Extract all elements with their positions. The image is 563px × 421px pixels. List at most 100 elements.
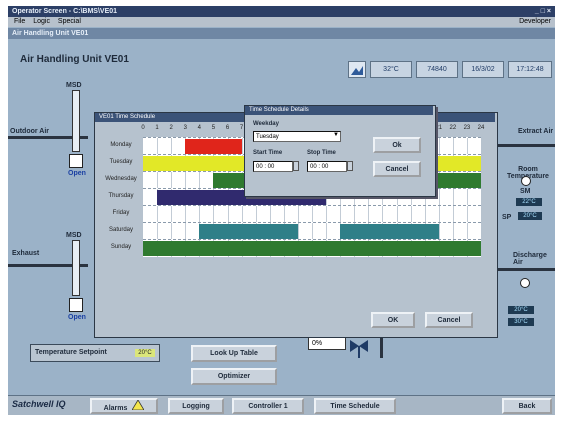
chevron-down-icon[interactable]: ▼ [333,132,339,138]
hour-gridline [199,172,201,189]
hour-gridline [269,206,271,223]
hour-gridline [382,206,384,223]
start-time-input[interactable]: 00 : 00 [253,161,293,172]
hour-tick: 0 [141,125,145,131]
logging-button[interactable]: Logging [168,398,224,414]
valve-icon[interactable] [348,336,370,360]
schedule-bar[interactable] [199,224,298,239]
hour-gridline [410,206,412,223]
weekday-label: Weekday [253,121,279,127]
room-temp-value: 22°C [516,198,542,206]
menu-logic[interactable]: Logic [33,18,50,25]
hour-gridline [396,206,398,223]
hour-gridline [283,206,285,223]
header-time: 17:12:48 [508,61,552,78]
window-controls[interactable]: _ □ × [535,6,551,17]
hour-gridline [466,138,468,155]
dialog-ok-button[interactable]: Ok [373,137,421,153]
hour-gridline [157,138,159,155]
time-schedule-button[interactable]: Time Schedule [314,398,396,414]
start-time-spinner[interactable] [293,161,299,171]
menu-bar: File Logic Special Developer [8,17,555,27]
hour-tick: 5 [211,125,216,131]
temperature-setpoint-value[interactable]: 20°C [135,349,155,357]
header-date: 16/3/02 [462,61,504,78]
schedule-bar[interactable] [340,224,439,239]
hour-gridline [157,223,159,240]
brand-logo: Satchwell IQ [12,399,66,409]
damper-bottom[interactable] [72,240,80,296]
hour-gridline [312,223,313,240]
discharge-air-duct [498,268,555,271]
hour-tick: 2 [169,125,173,131]
schedule-bar[interactable] [143,241,481,256]
hour-gridline [452,206,454,223]
extract-air-duct [498,144,555,147]
sm-label: SM [520,188,531,195]
day-label: Saturday [108,227,133,233]
dialog-cancel-button[interactable]: Cancel [373,161,421,177]
alarms-button[interactable]: Alarms [90,398,158,414]
room-sensor-icon [521,176,531,186]
app-titlebar: Operator Screen - C:\BMS\VE01 _ □ × [8,6,555,17]
hour-gridline [255,206,257,223]
header-value: 74840 [416,61,458,78]
menu-special[interactable]: Special [58,18,81,25]
stop-time-spinner[interactable] [347,161,353,171]
hour-gridline [171,172,173,189]
hour-gridline [368,206,370,223]
hour-gridline [354,206,356,223]
hour-gridline [297,206,299,223]
schedule-bar[interactable] [185,139,242,154]
schedule-row[interactable] [143,205,481,223]
schedule-ok-button[interactable]: OK [371,312,415,328]
hvac-operator-screen: Operator Screen - C:\BMS\VE01 _ □ × File… [8,6,555,415]
hour-gridline [312,206,313,223]
hour-gridline [241,206,243,223]
temperature-setpoint-label: Temperature Setpoint [35,349,107,356]
day-label: Sunday [110,244,132,250]
subwindow-titlebar: Air Handling Unit VE01 [8,28,555,39]
sp-value[interactable]: 20°C [518,212,542,220]
exhaust-label: Exhaust [12,250,40,257]
hour-tick: 4 [197,125,201,131]
weekday-select[interactable]: Tuesday [253,131,341,142]
hour-gridline [452,223,454,240]
day-label: Monday [110,142,132,148]
menu-file[interactable]: File [14,18,25,25]
dialog-title: Time Schedule Details [245,106,433,115]
hour-gridline [213,206,215,223]
app-title: Operator Screen - C:\BMS\VE01 [12,8,118,15]
hour-gridline [171,138,173,155]
hour-gridline [466,189,468,206]
hour-tick: 1 [155,125,159,131]
damper-top[interactable] [72,90,80,152]
hour-tick: 3 [183,125,187,131]
image-icon[interactable] [348,61,366,78]
stop-time-label: Stop Time [307,150,336,156]
hour-gridline [438,138,440,155]
hour-gridline [185,172,187,189]
extract-air-label: Extract Air [518,128,554,135]
fan-top[interactable] [69,154,83,168]
schedule-row[interactable] [143,222,481,240]
schedule-cancel-button[interactable]: Cancel [425,312,473,328]
stop-time-input[interactable]: 00 : 00 [307,161,347,172]
day-label: Tuesday [109,159,133,165]
fan-bottom[interactable] [69,298,83,312]
optimizer-button[interactable]: Optimizer [191,368,277,385]
day-label: Friday [112,210,130,216]
hour-gridline [326,223,328,240]
lookup-table-button[interactable]: Look Up Table [191,345,277,362]
discharge-air-label: Discharge Air [513,252,547,266]
outdoor-air-label: Outdoor Air [10,128,50,135]
hour-gridline [438,189,440,206]
controller-button[interactable]: Controller 1 [232,398,304,414]
msd-top-label: MSD [66,82,82,89]
hour-gridline [199,206,201,223]
hour-gridline [466,206,468,223]
hour-gridline [241,138,243,155]
schedule-row[interactable] [143,239,481,257]
back-button[interactable]: Back [502,398,552,414]
supply-temp-value: 20°C [508,306,534,314]
